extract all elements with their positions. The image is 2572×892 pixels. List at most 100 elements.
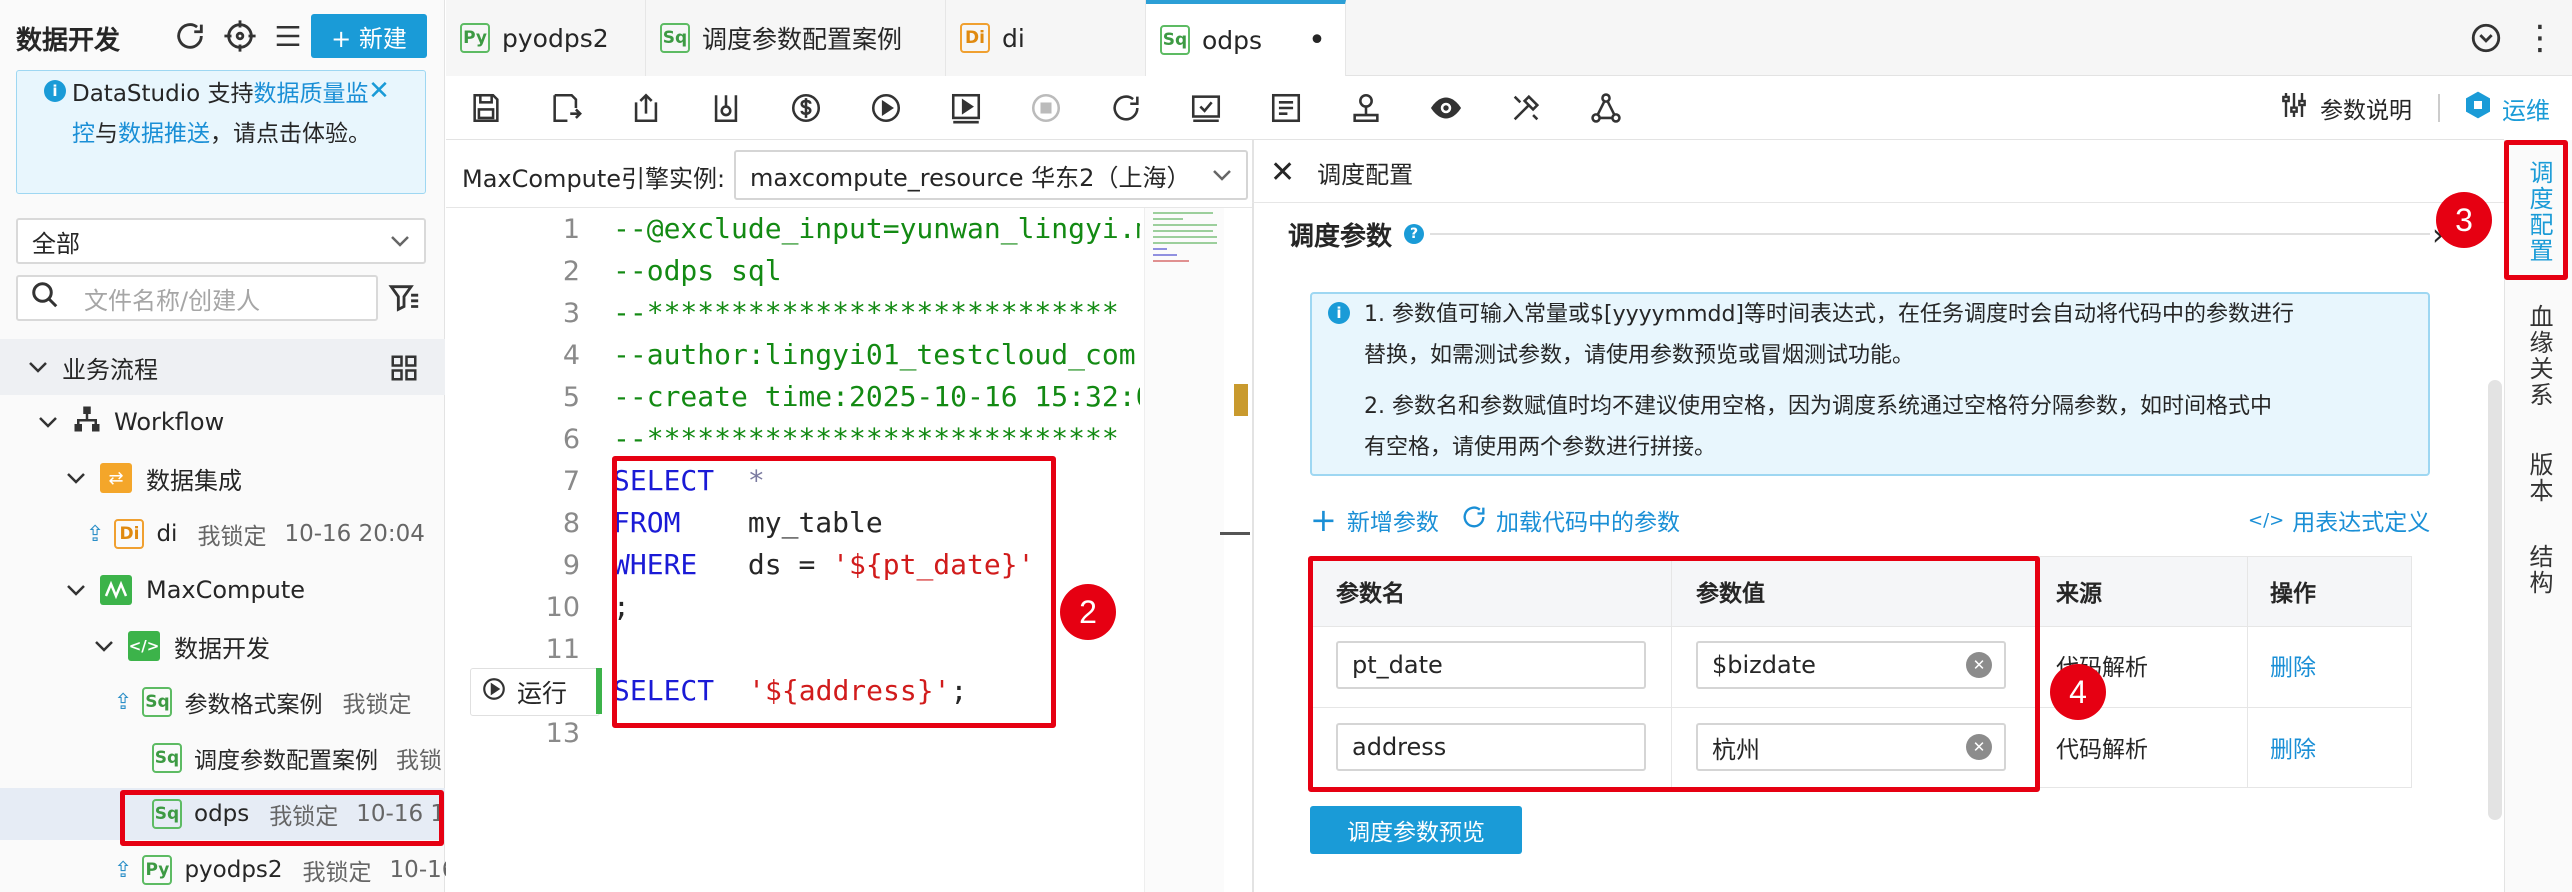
param-value-input[interactable]: 杭州 ✕ <box>1696 723 2006 771</box>
scroll-marker <box>1234 384 1248 416</box>
more-icon[interactable]: ⋮ <box>2520 18 2560 58</box>
table-col-divider <box>2037 557 2038 787</box>
right-tab-lineage[interactable]: 血缘关系 <box>2506 304 2572 408</box>
table-header <box>1311 557 2411 627</box>
workflow-icon <box>72 404 102 440</box>
right-tab-schedule[interactable]: 调度配置 <box>2506 160 2572 264</box>
tree-node-workflow[interactable]: Workflow <box>38 400 224 444</box>
tree-item-param-format[interactable]: ⇪ Sq 参数格式案例 我锁定 <box>114 680 411 724</box>
stop-icon[interactable] <box>1026 88 1066 128</box>
add-param-button[interactable]: + 新增参数 <box>1310 500 1439 540</box>
tree-item-odps[interactable]: Sq odps 我锁定 10-16 17 <box>152 792 460 836</box>
reload-icon[interactable] <box>1106 88 1146 128</box>
reload-icon <box>1460 503 1488 537</box>
locate-icon[interactable] <box>220 16 260 56</box>
format-icon[interactable] <box>1186 88 1226 128</box>
eye-icon[interactable] <box>1426 88 1466 128</box>
help-icon[interactable]: ? <box>1404 224 1425 244</box>
run-label: 运行 <box>517 679 568 708</box>
right-tab-version[interactable]: 版本 <box>2506 452 2572 504</box>
run-with-params-icon[interactable] <box>946 88 986 128</box>
save-as-icon[interactable] <box>546 88 586 128</box>
timestamp: 10-16 17 <box>356 801 460 827</box>
code-token: ds = <box>697 548 833 581</box>
tree-label: 数据开发 <box>174 634 270 663</box>
code-lines[interactable]: --@exclude_input=yunwan_lingyi.m --odps … <box>613 208 1140 768</box>
delete-link[interactable]: 删除 <box>2270 644 2316 686</box>
lineage-icon[interactable] <box>1586 88 1626 128</box>
lock-status: 我锁定 <box>302 860 372 886</box>
filter-icon[interactable] <box>384 278 424 318</box>
play-icon <box>481 676 507 708</box>
keyword: WHERE <box>613 548 698 581</box>
tree-node-data-integration[interactable]: ⇄ 数据集成 <box>66 456 242 500</box>
code-token: ; <box>950 674 968 707</box>
param-value-input[interactable]: $bizdate ✕ <box>1696 641 2006 689</box>
delete-link[interactable]: 删除 <box>2270 726 2316 768</box>
param-name-input[interactable]: address <box>1336 723 1646 771</box>
active-line-marker <box>596 668 602 714</box>
tab-odps[interactable]: Sq odps • <box>1146 0 1346 76</box>
load-params-button[interactable]: 加载代码中的参数 <box>1460 500 1680 540</box>
file-type-icon: Di <box>960 23 990 53</box>
grid-icon[interactable] <box>384 348 424 388</box>
chevron-down-icon <box>390 227 410 255</box>
tab-pyodps2[interactable]: Py pyodps2 <box>446 0 646 76</box>
preview-button[interactable]: 调度参数预览 <box>1310 806 1522 854</box>
tab-label: odps <box>1202 25 1263 55</box>
code-line-2: --odps sql <box>613 254 782 287</box>
tools-icon[interactable] <box>1506 88 1546 128</box>
cost-estimate-icon[interactable] <box>786 88 826 128</box>
run-line-button[interactable]: 运行 <box>470 668 600 716</box>
file-type-icon: Sq <box>152 743 182 773</box>
param-help-button[interactable]: 参数说明 <box>2278 88 2412 128</box>
tree-label: MaxCompute <box>146 576 306 604</box>
submit-icon[interactable] <box>626 88 666 128</box>
search-input[interactable]: 文件名称/创建人 <box>16 275 378 321</box>
table-header-cell: 来源 <box>2056 581 2102 607</box>
tree-node-maxcompute[interactable]: MaxCompute <box>66 568 305 612</box>
file-type-icon: Py <box>142 855 173 885</box>
save-icon[interactable] <box>466 88 506 128</box>
tree-node-data-dev[interactable]: </> 数据开发 <box>94 624 270 668</box>
new-button[interactable]: + 新建 <box>311 14 427 58</box>
close-icon[interactable]: ✕ <box>364 76 394 106</box>
tabs-dropdown-icon[interactable] <box>2466 18 2506 58</box>
menu-icon[interactable] <box>268 16 308 56</box>
section-business-flow[interactable]: 业务流程 <box>0 339 445 395</box>
tab-di[interactable]: Di di <box>946 0 1146 76</box>
ops-icon <box>2462 89 2494 127</box>
param-name-input[interactable]: pt_date <box>1336 641 1646 689</box>
engine-select[interactable]: maxcompute_resource 华东2（上海） <box>734 150 1248 200</box>
user-icon[interactable] <box>1346 88 1386 128</box>
lock-status: 我锁 <box>396 748 442 774</box>
clear-icon[interactable]: ✕ <box>1966 734 1992 760</box>
lock-status: 我锁定 <box>197 524 267 550</box>
tab-schedule-param[interactable]: Sq 调度参数配置案例 <box>646 0 946 76</box>
upload-icon: ⇪ <box>114 689 133 715</box>
run-icon[interactable] <box>866 88 906 128</box>
refresh-icon[interactable] <box>170 16 210 56</box>
close-icon[interactable]: ✕ <box>1270 155 1295 190</box>
toolbar-divider <box>2438 94 2440 122</box>
notice-link-push[interactable]: 数据推送 <box>118 121 210 147</box>
panel-header: ✕ 调度配置 <box>1270 150 1413 194</box>
steal-lock-icon[interactable] <box>706 88 746 128</box>
lock-status: 我锁定 <box>342 692 412 718</box>
ops-button[interactable]: 运维 <box>2462 88 2550 128</box>
right-tab-structure[interactable]: 结构 <box>2506 544 2572 596</box>
code-structure-icon[interactable] <box>1266 88 1306 128</box>
filter-select[interactable]: 全部 <box>16 218 426 264</box>
info-line: 有空格，请使用两个参数进行拼接。 <box>1364 435 1717 460</box>
tree-item-schedule-param[interactable]: Sq 调度参数配置案例 我锁 <box>152 736 442 780</box>
line-number: 11 <box>545 634 580 665</box>
tree-item-di[interactable]: ⇪ Di di 我锁定 10-16 20:04 <box>86 512 425 556</box>
tree-item-pyodps2[interactable]: ⇪ Py pyodps2 我锁定 10-16 <box>114 848 456 892</box>
clear-icon[interactable]: ✕ <box>1966 652 1992 678</box>
panel-scrollbar[interactable] <box>2488 380 2502 820</box>
tab-label: 调度参数配置案例 <box>702 25 903 54</box>
plus-icon: + <box>1310 501 1337 539</box>
expr-define-button[interactable]: </> 用表达式定义 <box>2248 500 2430 540</box>
table-header-cell: 参数名 <box>1336 581 1405 607</box>
chevron-down-icon <box>94 632 114 660</box>
